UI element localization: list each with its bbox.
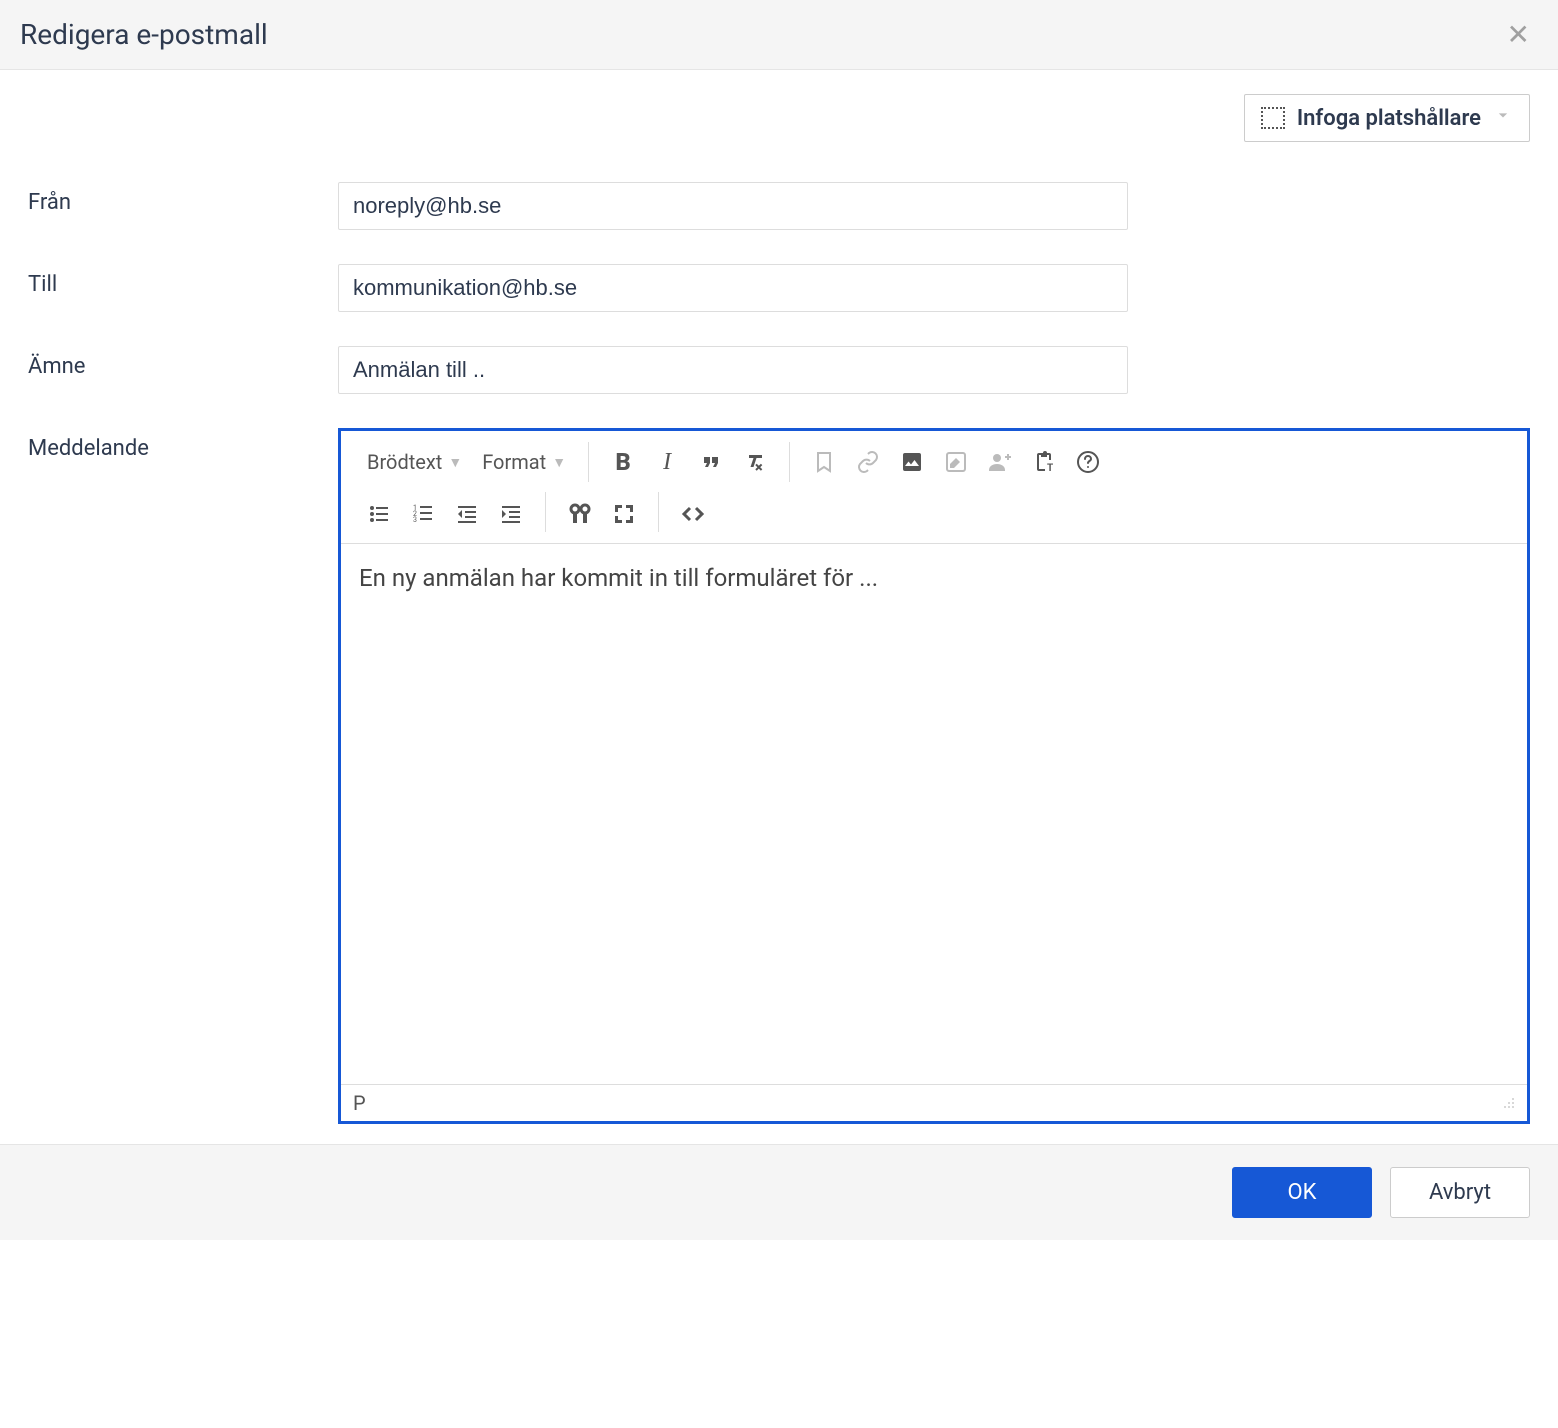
blockquote-button[interactable] [689, 440, 733, 484]
dialog-title: Redigera e-postmall [20, 18, 268, 51]
subject-label: Ämne [28, 346, 338, 379]
paragraph-style-label: Brödtext [367, 450, 442, 474]
image-button[interactable] [890, 440, 934, 484]
editor-status-bar: P [341, 1084, 1527, 1121]
svg-text:3: 3 [413, 516, 417, 524]
toolbar-group-insert: T [794, 437, 1118, 487]
toolbar-separator [545, 492, 546, 532]
caret-down-icon: ▼ [448, 454, 462, 471]
insert-placeholder-label: Infoga platshållare [1297, 106, 1481, 131]
dialog-header: Redigera e-postmall ✕ [0, 0, 1558, 70]
toolbar-group-view [550, 487, 654, 537]
edit-button[interactable] [934, 440, 978, 484]
top-action-row: Infoga platshållare [0, 70, 1558, 142]
ordered-list-button[interactable]: 123 [401, 492, 445, 536]
to-input[interactable] [338, 264, 1128, 312]
link-button[interactable] [846, 440, 890, 484]
from-row: Från [28, 182, 1530, 230]
user-button[interactable] [978, 440, 1022, 484]
editor-text: En ny anmälan har kommit in till formulä… [359, 564, 878, 592]
to-row: Till [28, 264, 1530, 312]
outdent-button[interactable] [445, 492, 489, 536]
fullscreen-button[interactable] [602, 492, 646, 536]
toolbar-group-source [663, 487, 723, 537]
message-row: Meddelande Brödtext ▼ Format ▼ B [28, 428, 1530, 1124]
chevron-down-icon [1493, 105, 1513, 131]
dialog-footer: OK Avbryt [0, 1144, 1558, 1240]
from-label: Från [28, 182, 338, 215]
editor-body[interactable]: En ny anmälan har kommit in till formulä… [341, 544, 1527, 1084]
paragraph-style-dropdown[interactable]: Brödtext ▼ [357, 444, 472, 480]
caret-down-icon: ▼ [552, 454, 566, 471]
toolbar-separator [789, 442, 790, 482]
italic-button[interactable]: I [645, 440, 689, 484]
format-dropdown[interactable]: Format ▼ [472, 444, 576, 480]
toolbar-separator [588, 442, 589, 482]
close-icon[interactable]: ✕ [1499, 18, 1538, 51]
format-label: Format [482, 450, 546, 474]
resize-grip-icon[interactable] [1499, 1093, 1515, 1114]
editor-toolbar: Brödtext ▼ Format ▼ B I [341, 431, 1527, 544]
bold-button[interactable]: B [601, 440, 645, 484]
help-button[interactable] [1066, 440, 1110, 484]
insert-placeholder-button[interactable]: Infoga platshållare [1244, 94, 1530, 142]
toolbar-group-paragraph: Brödtext ▼ Format ▼ [349, 437, 584, 487]
find-replace-button[interactable] [558, 492, 602, 536]
element-path[interactable]: P [353, 1091, 366, 1115]
form-area: Från Till Ämne Meddelande Brödtext ▼ For… [0, 142, 1558, 1144]
cancel-button[interactable]: Avbryt [1390, 1167, 1530, 1218]
message-label: Meddelande [28, 428, 338, 461]
rich-text-editor: Brödtext ▼ Format ▼ B I [338, 428, 1530, 1124]
clear-format-button[interactable] [733, 440, 777, 484]
source-code-button[interactable] [671, 492, 715, 536]
subject-input[interactable] [338, 346, 1128, 394]
indent-button[interactable] [489, 492, 533, 536]
placeholder-icon [1261, 107, 1285, 129]
to-label: Till [28, 264, 338, 297]
subject-row: Ämne [28, 346, 1530, 394]
bookmark-button[interactable] [802, 440, 846, 484]
ok-button[interactable]: OK [1232, 1167, 1372, 1218]
svg-text:T: T [1047, 463, 1053, 474]
unordered-list-button[interactable] [357, 492, 401, 536]
toolbar-group-list: 123 [349, 487, 541, 537]
paste-text-button[interactable]: T [1022, 440, 1066, 484]
from-input[interactable] [338, 182, 1128, 230]
toolbar-group-text: B I [593, 437, 785, 487]
toolbar-separator [658, 492, 659, 532]
